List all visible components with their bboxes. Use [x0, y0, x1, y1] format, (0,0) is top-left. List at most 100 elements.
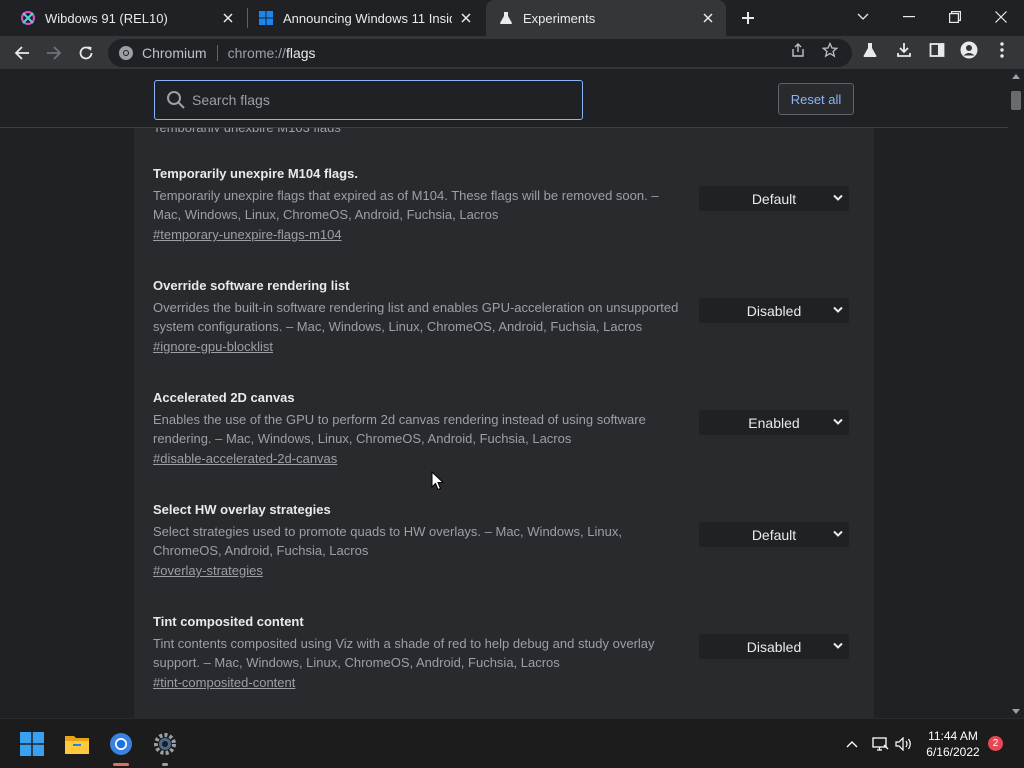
file-explorer-icon[interactable] [63, 730, 91, 758]
avatar-icon [960, 41, 978, 59]
new-tab-button[interactable] [738, 8, 758, 28]
flag-description: Temporarily unexpire flags that expired … [153, 188, 659, 222]
downloads-button[interactable] [895, 41, 913, 59]
clock-time: 11:44 AM [928, 729, 978, 743]
flag-select-value: Default [751, 526, 797, 543]
network-icon[interactable] [871, 736, 889, 752]
flag-name: Select HW overlay strategies [153, 502, 331, 517]
taskbar-clock[interactable]: 11:44 AM 6/16/2022 [918, 728, 988, 760]
flag-description: Overrides the built-in software renderin… [153, 300, 679, 334]
download-icon [897, 43, 911, 57]
flag-link[interactable]: #overlay-strategies [153, 563, 263, 578]
flag-select[interactable]: Default [699, 186, 849, 211]
tab-wibdows[interactable]: Wibdows 91 (REL10) [0, 0, 246, 36]
flask-icon [498, 10, 514, 26]
windows-start-icon[interactable] [18, 730, 46, 758]
restore-button[interactable] [942, 5, 968, 29]
flag-entry: Accelerated 2D canvas Enables the use of… [134, 390, 874, 500]
side-panel-button[interactable] [928, 41, 946, 59]
scroll-thumb[interactable] [1011, 91, 1021, 110]
flag-select-value: Default [751, 190, 797, 207]
volume-icon[interactable] [895, 736, 913, 752]
close-window-button[interactable] [988, 5, 1014, 29]
chevron-down-icon [833, 194, 843, 201]
tab-title: Wibdows 91 (REL10) [45, 10, 168, 26]
flask-icon [863, 43, 877, 57]
profile-button[interactable] [960, 41, 978, 59]
restore-icon [949, 11, 961, 23]
flag-name: Tint composited content [153, 614, 304, 629]
flag-link[interactable]: #ignore-gpu-blocklist [153, 339, 273, 354]
more-vert-icon [1000, 42, 1004, 58]
minimize-icon [903, 16, 915, 18]
flag-select-value: Disabled [746, 638, 802, 655]
tab-experiments[interactable]: Experiments [486, 0, 726, 36]
forward-arrow-icon [47, 46, 62, 60]
flag-select[interactable]: Disabled [699, 298, 849, 323]
flag-link[interactable]: #temporary-unexpire-flags-m104 [153, 227, 342, 242]
reload-button[interactable] [74, 41, 98, 65]
scroll-down-arrow-icon[interactable] [1012, 709, 1020, 714]
side-panel-icon [929, 43, 945, 57]
flag-description: Select strategies used to promote quads … [153, 524, 622, 558]
flag-select[interactable]: Default [699, 522, 849, 547]
minimize-button[interactable] [896, 5, 922, 29]
forward-button[interactable] [42, 41, 66, 65]
close-icon[interactable] [220, 10, 236, 26]
close-icon[interactable] [458, 10, 474, 26]
back-button[interactable] [10, 41, 34, 65]
address-origin: Chromium [142, 45, 207, 61]
show-hidden-icons-button[interactable] [843, 736, 861, 752]
page-scrollbar[interactable] [1008, 70, 1024, 718]
scroll-up-arrow-icon[interactable] [1012, 74, 1020, 79]
notification-badge[interactable]: 2 [988, 736, 1003, 751]
back-arrow-icon [14, 46, 29, 60]
flag-entry: Tint composited content Tint contents co… [134, 614, 874, 718]
flag-link[interactable]: #tint-composited-content [153, 675, 295, 690]
flag-select[interactable]: Disabled [699, 634, 849, 659]
bookmark-button[interactable] [821, 41, 839, 59]
plus-icon [742, 12, 754, 24]
taskbar: 11:44 AM 6/16/2022 [0, 718, 1024, 768]
share-button[interactable] [789, 41, 807, 59]
flag-name: Override software rendering list [153, 278, 350, 293]
search-icon [167, 91, 185, 109]
close-icon[interactable] [700, 10, 716, 26]
tab-title: Experiments [523, 10, 596, 26]
flag-link[interactable]: #disable-accelerated-2d-canvas [153, 451, 337, 466]
chromium-site-icon [119, 46, 133, 60]
flag-name: Accelerated 2D canvas [153, 390, 295, 405]
running-indicator [113, 763, 129, 766]
running-indicator [162, 763, 168, 766]
search-box[interactable] [154, 80, 583, 120]
flag-name: Temporarily unexpire M104 flags. [153, 166, 358, 181]
flag-description: Tint contents composited using Viz with … [153, 636, 655, 670]
tab-title: Announcing Windows 11 Insider [283, 10, 452, 26]
chevron-down-icon [857, 13, 869, 20]
search-input[interactable] [192, 92, 572, 108]
mouse-cursor-icon [431, 471, 445, 491]
address-separator [216, 45, 218, 61]
address-scheme: chrome:// [227, 45, 286, 61]
flag-select[interactable]: Enabled [699, 410, 849, 435]
chevron-down-icon [833, 642, 843, 649]
chevron-down-icon [833, 306, 843, 313]
chromium-icon[interactable] [107, 730, 135, 758]
address-bar[interactable]: Chromium chrome://flags [108, 39, 852, 67]
toolbar: Chromium chrome://flags [0, 36, 1024, 70]
labs-button[interactable] [861, 41, 879, 59]
star-icon [822, 42, 838, 58]
clock-date: 6/16/2022 [926, 745, 980, 759]
menu-button[interactable] [993, 41, 1011, 59]
flags-header: Reset all [0, 70, 1008, 128]
tab-strip: Wibdows 91 (REL10) Announcing Windows 11… [0, 0, 1024, 36]
close-icon [995, 11, 1007, 23]
tab-announcing[interactable]: Announcing Windows 11 Insider [248, 0, 484, 36]
chevron-up-icon [846, 741, 858, 748]
tab-search-button[interactable] [850, 5, 876, 29]
windows-favicon [258, 10, 274, 26]
reset-all-button[interactable]: Reset all [778, 83, 854, 115]
settings-icon[interactable] [151, 730, 179, 758]
flag-entry: Override software rendering list Overrid… [134, 278, 874, 388]
flag-entry: Temporarily unexpire M104 flags. Tempora… [134, 166, 874, 276]
